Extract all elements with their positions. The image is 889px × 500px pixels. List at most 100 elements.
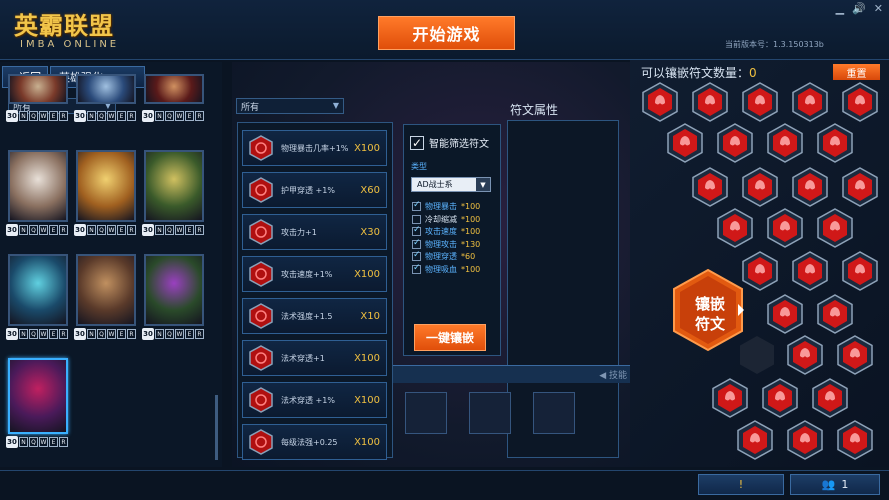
checkbox-checked-icon[interactable]: ✓ — [410, 135, 424, 150]
rune-list-item[interactable]: 物理暴击几率+1% X100 — [242, 130, 387, 166]
hero-image — [10, 256, 66, 324]
rune-socket[interactable] — [785, 420, 825, 460]
rune-socket[interactable] — [640, 82, 680, 122]
rune-socket[interactable] — [815, 294, 855, 334]
hero-image — [146, 152, 202, 220]
one-key-inlay-button[interactable]: 一键镶嵌 — [414, 324, 486, 351]
smart-filter-toggle[interactable]: ✓ 智能筛选符文 — [410, 135, 489, 150]
filter-option[interactable]: 物理吸血 *100 — [412, 263, 480, 275]
hero-portrait[interactable] — [76, 150, 136, 222]
inlay-label-line1: 镶嵌 — [694, 295, 725, 313]
rune-page-bar-text[interactable]: ◀ 技能 — [599, 368, 627, 381]
rune-slot-strip — [393, 390, 633, 442]
rune-list-item[interactable]: 法术穿透+1 X100 — [242, 340, 387, 376]
filter-option[interactable]: 物理暴击 *100 — [412, 200, 480, 212]
rune-socket[interactable] — [710, 378, 750, 418]
rune-socket[interactable] — [715, 123, 755, 163]
rune-socket[interactable] — [815, 123, 855, 163]
rune-slot[interactable] — [469, 392, 511, 434]
rune-name: 攻击速度+1% — [281, 269, 333, 279]
hero-portrait[interactable] — [8, 74, 68, 104]
rune-socket[interactable] — [790, 251, 830, 291]
hero-image — [146, 256, 202, 324]
checkbox-checked-icon[interactable] — [412, 200, 421, 211]
hero-level: 30 — [142, 110, 154, 122]
close-icon[interactable]: ✕ — [874, 2, 883, 15]
rune-slot[interactable] — [405, 392, 447, 434]
rune-icon — [249, 387, 273, 413]
sound-icon[interactable]: 🔊 — [852, 2, 866, 15]
start-game-button[interactable]: 开始游戏 — [378, 16, 515, 50]
hero-image — [78, 76, 134, 102]
rune-list-item[interactable]: 攻击力+1 X30 — [242, 214, 387, 250]
checkbox-checked-icon[interactable] — [412, 238, 421, 249]
rune-socket[interactable] — [840, 251, 880, 291]
skill-key: N — [19, 225, 28, 235]
rune-socket[interactable] — [715, 208, 755, 248]
hero-image — [10, 76, 66, 102]
rune-list-item[interactable]: 法术强度+1.5 X10 — [242, 298, 387, 334]
rune-socket[interactable] — [790, 167, 830, 207]
rune-socket[interactable] — [740, 82, 780, 122]
hero-portrait[interactable] — [144, 74, 204, 104]
hero-portrait[interactable] — [144, 254, 204, 326]
filter-option[interactable]: 冷却缩减 *100 — [412, 214, 480, 225]
hero-portrait[interactable] — [8, 150, 68, 222]
hero-portrait[interactable] — [144, 150, 204, 222]
rune-socket[interactable] — [765, 294, 805, 334]
rune-socket[interactable] — [815, 208, 855, 248]
inlay-count-text: 可以镶嵌符文数量： — [641, 66, 750, 80]
hero-scrollbar[interactable] — [215, 395, 218, 460]
inlay-rune-button[interactable]: 镶嵌 符文 — [670, 268, 746, 352]
rune-socket[interactable] — [810, 378, 850, 418]
rune-socket[interactable] — [840, 82, 880, 122]
checkbox-checked-icon[interactable] — [412, 263, 421, 274]
filter-option[interactable]: 攻击速度 *100 — [412, 225, 480, 237]
rune-socket[interactable] — [740, 251, 780, 291]
rune-list-item[interactable]: 护甲穿透 +1% X60 — [242, 172, 387, 208]
reset-button[interactable]: 重置 — [833, 64, 880, 80]
rune-list-item[interactable]: 攻击速度+1% X100 — [242, 256, 387, 292]
minimize-icon[interactable]: ▁ — [836, 2, 844, 15]
rune-count: X100 — [354, 436, 380, 448]
rune-socket[interactable] — [735, 420, 775, 460]
inlay-label-line2: 符文 — [694, 315, 725, 333]
rune-socket[interactable] — [740, 167, 780, 207]
rune-socket[interactable] — [765, 208, 805, 248]
rune-filter-select[interactable]: 所有 ▼ — [236, 98, 344, 114]
rune-socket[interactable] — [690, 82, 730, 122]
hero-portrait[interactable] — [76, 254, 136, 326]
hero-portrait[interactable] — [76, 74, 136, 104]
hero-portrait[interactable] — [8, 358, 68, 434]
type-select[interactable]: AD战士系 ▼ — [411, 177, 491, 192]
rune-name: 法术穿透 +1% — [281, 395, 335, 405]
checkbox-checked-icon[interactable] — [412, 225, 421, 236]
filter-option[interactable]: 物理攻击 *130 — [412, 238, 480, 250]
rune-socket[interactable] — [665, 123, 705, 163]
filter-option[interactable]: 物理穿透 *60 — [412, 250, 475, 262]
checkbox-checked-icon[interactable] — [412, 250, 421, 261]
rune-socket[interactable] — [690, 167, 730, 207]
skill-key: R — [195, 329, 204, 339]
skill-key: R — [59, 437, 68, 447]
filter-option-label: 物理攻击 — [425, 239, 457, 249]
friends-button[interactable]: 👥 1 — [790, 474, 880, 495]
rune-count: X10 — [360, 310, 380, 322]
rune-socket[interactable] — [835, 335, 875, 375]
rune-slot[interactable] — [533, 392, 575, 434]
rune-socket[interactable] — [760, 378, 800, 418]
skill-key: N — [19, 329, 28, 339]
skill-key: Q — [29, 329, 38, 339]
checkbox-icon[interactable] — [412, 214, 421, 224]
rune-socket[interactable] — [785, 335, 825, 375]
hero-portrait[interactable] — [8, 254, 68, 326]
alert-button[interactable]: ! — [698, 474, 784, 495]
rune-list-item[interactable]: 法术穿透 +1% X100 — [242, 382, 387, 418]
rune-socket[interactable] — [835, 420, 875, 460]
hero-skill-bar: 30 N Q W E R — [6, 328, 72, 340]
rune-socket[interactable] — [765, 123, 805, 163]
logo-title: 英霸联盟 — [14, 11, 114, 40]
rune-socket[interactable] — [840, 167, 880, 207]
rune-list-item[interactable]: 每级法强+0.25 X100 — [242, 424, 387, 460]
rune-socket[interactable] — [790, 82, 830, 122]
